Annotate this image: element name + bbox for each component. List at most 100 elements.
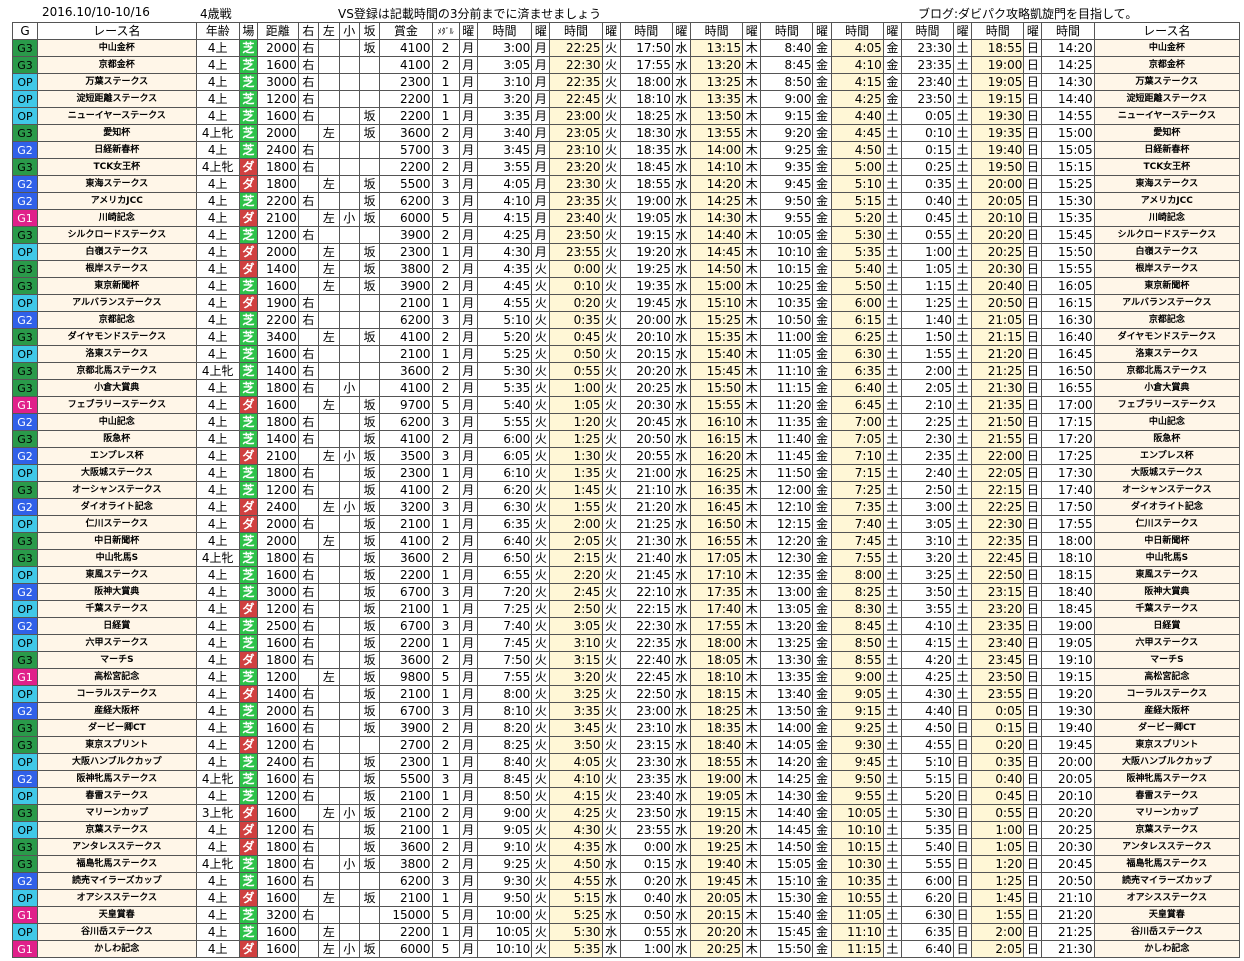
right-cell: 右 — [297, 464, 320, 482]
prize-cell: 6200 — [379, 413, 433, 431]
time-cell: 9:45 — [830, 753, 884, 771]
slope-cell: 坂 — [358, 260, 381, 278]
day-cell: 木 — [742, 770, 762, 788]
day-cell: 日 — [1023, 464, 1043, 482]
left-cell — [318, 787, 340, 805]
time-cell: 10:30 — [830, 855, 884, 873]
time-cell: 17:40 — [689, 600, 744, 618]
small-cell — [338, 549, 360, 567]
day-cell: 火 — [601, 821, 621, 839]
left-cell: 左 — [318, 396, 340, 414]
day-cell: 水 — [601, 906, 621, 924]
time-cell: 0:50 — [619, 906, 673, 924]
surface-cell: 芝 — [238, 583, 258, 601]
day-cell: 火 — [601, 583, 621, 601]
time-cell: 15:35 — [1041, 209, 1095, 227]
race-name-repeat: 中日新聞杯 — [1093, 532, 1241, 550]
distance-cell: 1200 — [256, 600, 299, 618]
small-cell — [338, 430, 360, 448]
day-cell: 木 — [742, 481, 762, 499]
age-cell: 4上 — [195, 940, 240, 958]
time-cell: 23:40 — [900, 73, 955, 91]
race-row: G1 高松宮記念 4上芝 1200 左坂 9800 5 月 7:55 火 3:20 火 22:45 水 18… — [12, 668, 1241, 686]
day-cell: 日 — [953, 702, 973, 720]
small-cell — [338, 124, 360, 142]
day-cell: 日 — [1023, 702, 1043, 720]
time-cell: 20:50 — [971, 294, 1025, 312]
time-cell: 5:20 — [900, 787, 955, 805]
day-cell: 月 — [458, 668, 478, 686]
day-cell: 月 — [458, 940, 478, 958]
grade-badge: G2 — [12, 192, 38, 210]
day-cell: 火 — [531, 379, 551, 397]
prize-cell: 3900 — [379, 719, 433, 737]
time-cell: 6:30 — [830, 345, 884, 363]
time-cell: 11:10 — [760, 362, 814, 380]
race-row: OP ニューイヤーステークス 4上芝 1600 右坂 2200 1 月 3:35 月 23:00 火 1… — [12, 107, 1241, 125]
medal-cell: 5 — [431, 940, 460, 958]
column-header: 時間 — [971, 22, 1025, 40]
time-cell: 22:45 — [619, 668, 673, 686]
race-row: G3 中山牝馬S 4上牝芝 1800 右坂 3600 2 月 6:50 火 2:15 火 21:40 水 1… — [12, 549, 1241, 567]
grade-badge: G1 — [12, 396, 38, 414]
age-cell: 4上 — [195, 702, 240, 720]
right-cell: 右 — [297, 345, 320, 363]
time-cell: 4:10 — [549, 770, 603, 788]
day-cell: 土 — [953, 532, 973, 550]
day-cell: 月 — [458, 906, 478, 924]
time-cell: 7:40 — [830, 515, 884, 533]
medal-cell: 2 — [431, 481, 460, 499]
race-name: 高松宮記念 — [36, 668, 197, 686]
age-cell: 3上牝 — [195, 804, 240, 822]
grade-badge: OP — [12, 107, 38, 125]
time-cell: 9:55 — [830, 787, 884, 805]
race-name: ダイヤモンドステークス — [36, 328, 197, 346]
race-row: G1 川崎記念 4上ダ 2100 左小坂 6000 5 月 4:15 月 23:40 火 19:05 水 1… — [12, 209, 1241, 227]
distance-cell: 1600 — [256, 566, 299, 584]
left-cell — [318, 651, 340, 669]
day-cell: 火 — [601, 311, 621, 329]
day-cell: 日 — [1023, 532, 1043, 550]
slope-cell: 坂 — [358, 855, 381, 873]
time-cell: 1:15 — [900, 277, 955, 295]
day-cell: 月 — [531, 209, 551, 227]
right-cell — [297, 243, 320, 261]
right-cell: 右 — [297, 39, 320, 57]
day-cell: 日 — [1023, 651, 1043, 669]
medal-cell: 2 — [431, 379, 460, 397]
distance-cell: 1200 — [256, 736, 299, 754]
day-cell: 火 — [531, 634, 551, 652]
time-cell: 1:05 — [900, 260, 955, 278]
time-cell: 6:20 — [476, 481, 533, 499]
race-name-repeat: 日経新春杯 — [1093, 141, 1241, 159]
age-cell: 4上 — [195, 141, 240, 159]
day-cell: 土 — [953, 277, 973, 295]
day-cell: 金 — [812, 770, 832, 788]
time-cell: 14:20 — [689, 175, 744, 193]
medal-cell: 5 — [431, 906, 460, 924]
day-cell: 木 — [742, 702, 762, 720]
distance-cell: 1200 — [256, 668, 299, 686]
race-row: G3 小倉大賞典 4上芝 1800 右小 4100 2 月 5:35 火 1:00 火 20:25 水 15… — [12, 379, 1241, 397]
grade-badge: OP — [12, 753, 38, 771]
time-cell: 22:30 — [549, 56, 603, 74]
day-cell: 火 — [601, 90, 621, 108]
distance-cell: 2400 — [256, 498, 299, 516]
time-cell: 0:45 — [971, 787, 1025, 805]
day-cell: 火 — [531, 685, 551, 703]
distance-cell: 1600 — [256, 56, 299, 74]
age-cell: 4上 — [195, 838, 240, 856]
day-cell: 木 — [742, 668, 762, 686]
time-cell: 0:10 — [549, 277, 603, 295]
left-cell: 左 — [318, 532, 340, 550]
race-name-repeat: 読売マイラーズカップ — [1093, 872, 1241, 890]
grade-badge: G3 — [12, 379, 38, 397]
day-cell: 火 — [531, 923, 551, 941]
grade-badge: G3 — [12, 481, 38, 499]
time-cell: 9:45 — [760, 175, 814, 193]
day-cell: 木 — [742, 430, 762, 448]
surface-cell: 芝 — [238, 634, 258, 652]
day-cell: 火 — [601, 294, 621, 312]
race-name: 大阪ハンブルクカップ — [36, 753, 197, 771]
left-cell — [318, 464, 340, 482]
